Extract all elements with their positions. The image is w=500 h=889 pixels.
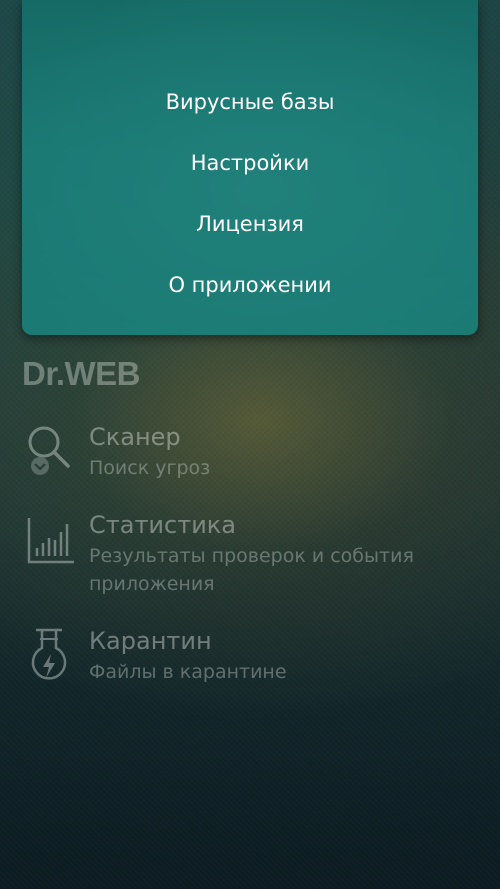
menu-item-virus-databases[interactable]: Вирусные базы [22, 76, 478, 128]
overflow-menu: Вирусные базы Настройки Лицензия О прило… [22, 0, 478, 335]
menu-item-settings[interactable]: Настройки [22, 137, 478, 189]
nav-item-subtitle: Файлы в карантине [89, 661, 287, 683]
magnifier-scan-icon [22, 422, 76, 478]
nav-item-subtitle: Результаты проверок и события приложения [89, 545, 414, 595]
bar-chart-icon [22, 510, 76, 566]
nav-item-title: Карантин [89, 627, 212, 655]
nav-item-statistics[interactable]: Статистика Результаты проверок и события… [20, 510, 480, 602]
flask-icon [22, 626, 76, 682]
nav-item-title: Сканер [89, 423, 181, 451]
nav-item-scanner[interactable]: Сканер Поиск угроз [20, 422, 480, 482]
nav-item-quarantine[interactable]: Карантин Файлы в карантине [20, 626, 480, 688]
menu-item-about[interactable]: О приложении [22, 259, 478, 311]
nav-item-subtitle: Поиск угроз [89, 457, 211, 479]
nav-item-title: Статистика [89, 511, 236, 539]
drweb-logo: Dr.WEB [22, 355, 141, 392]
menu-item-license[interactable]: Лицензия [22, 198, 478, 250]
